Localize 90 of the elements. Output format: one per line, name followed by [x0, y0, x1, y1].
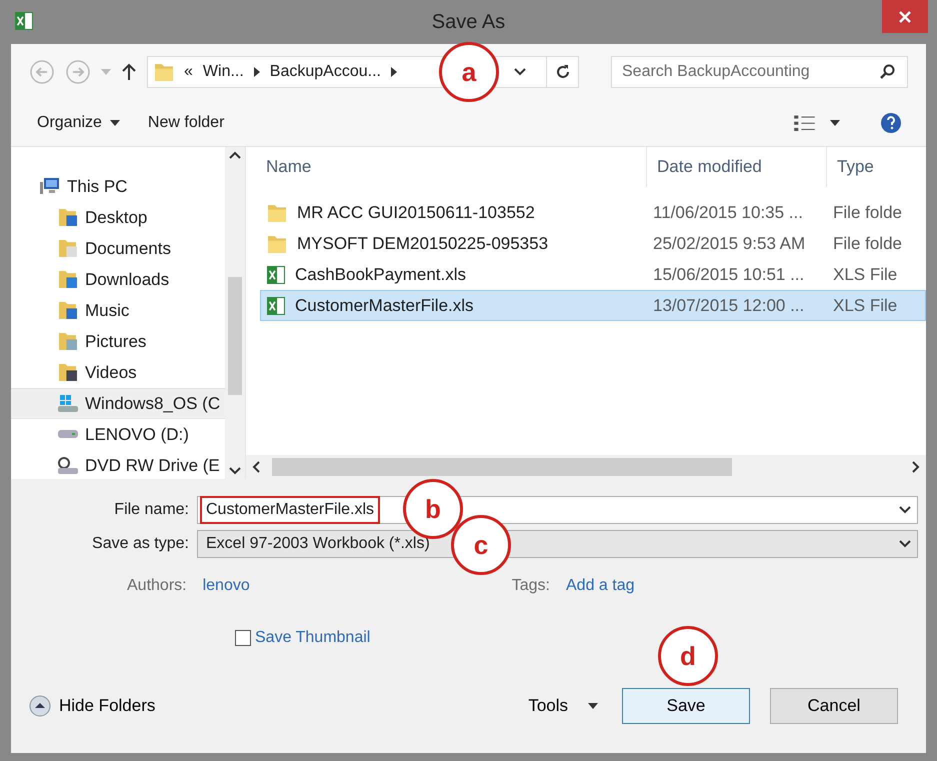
- search-field[interactable]: Search BackupAccounting: [611, 56, 908, 88]
- spreadsheet-icon: [267, 266, 285, 284]
- refresh-icon: [554, 64, 570, 80]
- nav-item[interactable]: LENOVO (D:): [11, 419, 225, 450]
- breadcrumb[interactable]: «: [184, 63, 193, 81]
- horizontal-scrollbar[interactable]: [246, 455, 926, 479]
- tools-menu-button[interactable]: Tools: [528, 696, 598, 716]
- type-cell-text: File folde: [832, 234, 903, 254]
- file-row[interactable]: CustomerMasterFile.xls 13/07/2015 12:00 ... XLS File: [260, 290, 926, 321]
- vertical-scrollbar[interactable]: [225, 147, 245, 479]
- search-icon: [880, 64, 896, 80]
- column-header[interactable]: Date modified: [646, 147, 826, 187]
- field-label: Tags:: [512, 577, 550, 595]
- view-menu-button[interactable]: [794, 115, 840, 131]
- breadcrumb[interactable]: Win...: [202, 63, 244, 81]
- window-title: Save As: [432, 10, 506, 34]
- folder-icon: [57, 302, 79, 319]
- nav-item[interactable]: Music: [11, 295, 225, 326]
- thumbnail-checkbox[interactable]: Save Thumbnail: [235, 621, 370, 655]
- nav-item[interactable]: DVD RW Drive (E: [11, 450, 225, 479]
- tag-link[interactable]: Add a tag: [566, 577, 634, 595]
- folder-icon: [154, 63, 174, 81]
- save-button[interactable]: Save: [622, 688, 750, 724]
- file-name: CustomerMasterFile.xls: [295, 296, 474, 316]
- file-row[interactable]: MYSOFT DEM20150225-095353 25/02/2015 9:53 AM File folde: [260, 228, 926, 259]
- date-cell-text: 15/06/2015 10:51 ...: [652, 264, 806, 284]
- file-name: CashBookPayment.xls: [295, 264, 466, 284]
- chevron-icon[interactable]: [390, 67, 397, 77]
- chevron-icon[interactable]: [254, 67, 260, 77]
- callout-marker: d: [658, 626, 718, 686]
- folder-icon: [57, 209, 79, 226]
- spreadsheet-icon: [267, 296, 285, 314]
- column-header[interactable]: Name: [246, 147, 646, 187]
- folder-icon: [57, 271, 79, 288]
- collapse-icon: [29, 695, 51, 717]
- nav-item[interactable]: Downloads: [11, 264, 225, 295]
- field-label: Save as type:: [91, 535, 190, 553]
- date-cell-text: 11/06/2015 10:35 ...: [652, 202, 804, 222]
- type-cell-text: File folde: [832, 202, 903, 222]
- date-cell-text: 13/07/2015 12:00 ...: [652, 296, 806, 316]
- breadcrumb[interactable]: BackupAccou...: [270, 63, 381, 81]
- computer-icon: [39, 178, 61, 195]
- nav-item[interactable]: This PC: [11, 171, 225, 202]
- callout-marker: a: [439, 42, 499, 102]
- file-row[interactable]: CashBookPayment.xls 15/06/2015 10:51 ... XLS File: [260, 259, 926, 290]
- chevron-icon[interactable]: [229, 467, 241, 475]
- close-icon: [898, 10, 912, 24]
- column-header[interactable]: Type: [826, 147, 926, 187]
- chevron-icon[interactable]: [514, 68, 526, 76]
- chevron-icon[interactable]: [899, 506, 911, 514]
- list-view-icon: [794, 115, 816, 131]
- type-cell-text: XLS File: [832, 296, 898, 316]
- file-row[interactable]: MR ACC GUI20150611-103552 11/06/2015 10:35 ... File folde: [260, 197, 926, 228]
- folder-icon: [267, 234, 287, 252]
- field-label: Authors:: [127, 577, 187, 595]
- file-name: MR ACC GUI20150611-103552: [297, 202, 535, 222]
- up-button[interactable]: [121, 63, 137, 81]
- caret-icon: [830, 120, 840, 126]
- spreadsheet-icon: [15, 12, 33, 30]
- file-name: MYSOFT DEM20150225-095353: [297, 234, 548, 254]
- field-label: File name:: [113, 501, 190, 519]
- nav-item[interactable]: Desktop: [11, 202, 225, 233]
- help-button[interactable]: [880, 112, 902, 134]
- toolbar-button[interactable]: Organize: [27, 110, 130, 136]
- close-button[interactable]: [882, 0, 928, 33]
- caret-icon: [110, 120, 120, 126]
- cancel-button[interactable]: Cancel: [770, 688, 898, 724]
- caret-icon: [588, 703, 598, 709]
- disc-drive-icon: [57, 457, 79, 474]
- chevron-icon[interactable]: [899, 540, 911, 548]
- nav-item[interactable]: Documents: [11, 233, 225, 264]
- folder-icon: [57, 240, 79, 257]
- chevron-icon[interactable]: [252, 461, 260, 473]
- chevron-icon[interactable]: [912, 461, 920, 473]
- nav-item[interactable]: Pictures: [11, 326, 225, 357]
- drive-icon: [57, 395, 79, 412]
- type-cell-text: XLS File: [832, 264, 898, 284]
- date-cell-text: 25/02/2015 9:53 AM: [652, 234, 806, 254]
- nav-item[interactable]: Windows8_OS (C: [11, 388, 225, 419]
- toolbar-button[interactable]: New folder: [138, 110, 234, 136]
- folder-icon: [57, 364, 79, 381]
- drive-icon: [57, 430, 79, 439]
- chevron-icon[interactable]: [229, 151, 241, 159]
- hide-folders-button[interactable]: Hide Folders: [29, 695, 156, 717]
- folder-icon: [57, 333, 79, 350]
- field-value: CustomerMasterFile.xls: [200, 496, 380, 524]
- author-link[interactable]: lenovo: [202, 577, 250, 595]
- callout-marker: c: [451, 515, 511, 575]
- nav-item[interactable]: Videos: [11, 357, 225, 388]
- folder-icon: [267, 204, 287, 222]
